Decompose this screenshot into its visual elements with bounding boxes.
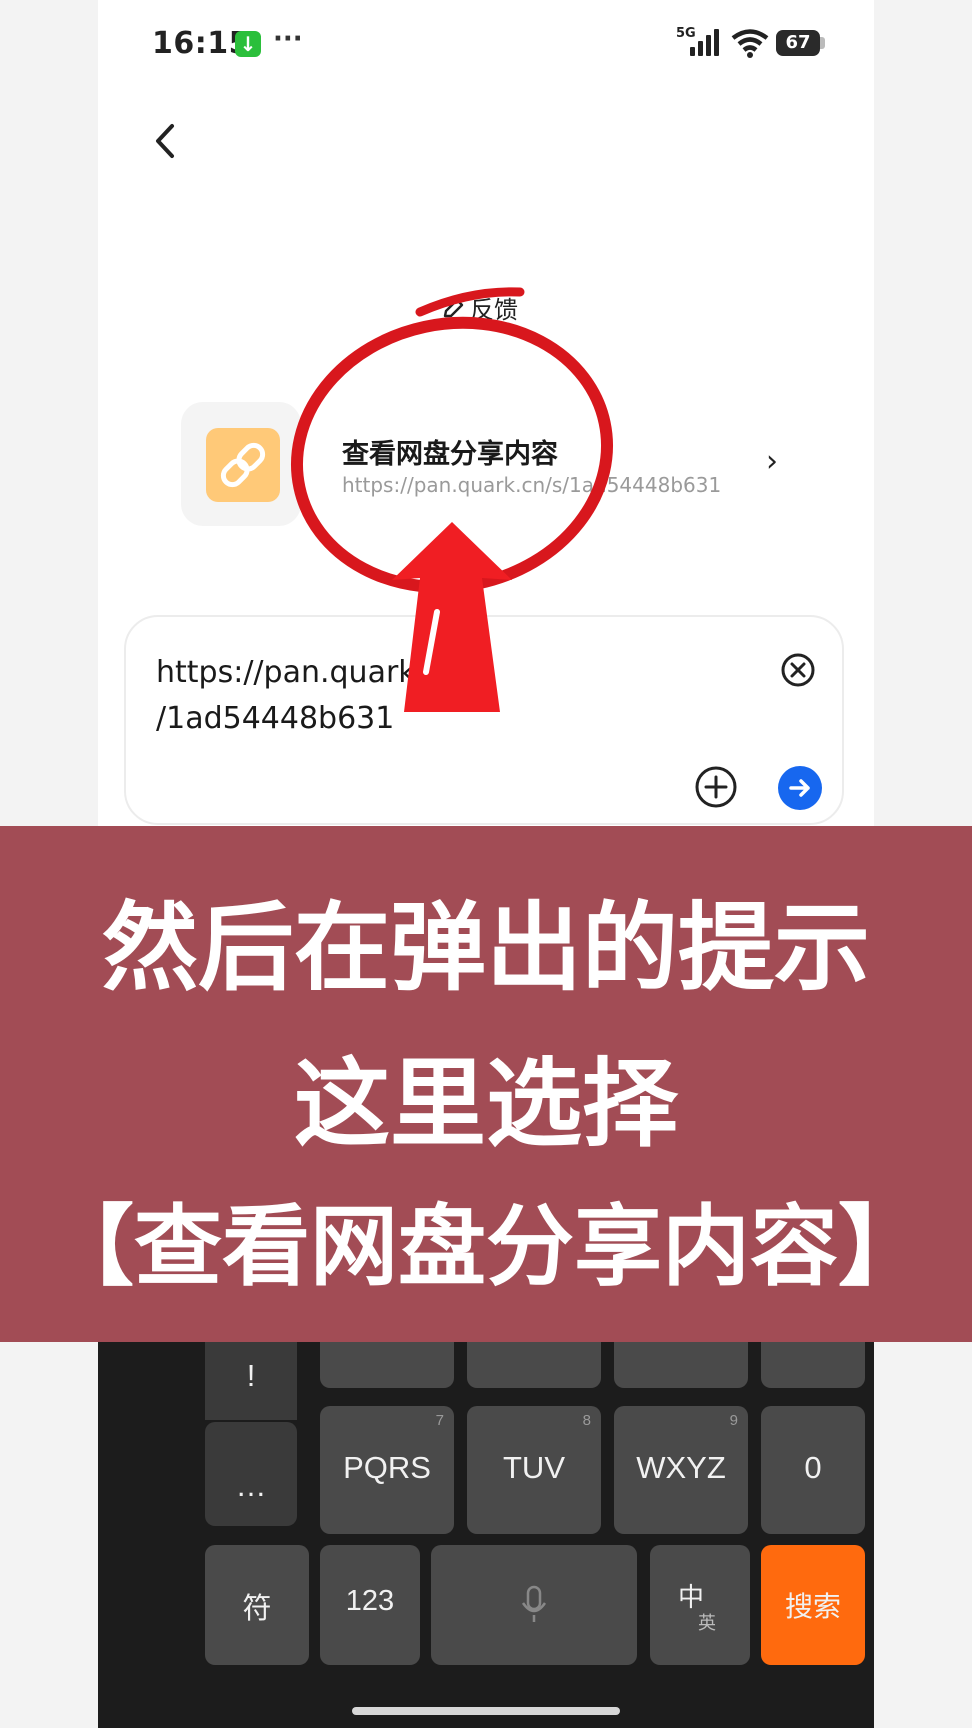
key-exclamation[interactable]: !	[205, 1330, 297, 1420]
suggestion-url[interactable]: https://pan.quark.cn/s/1ad54448b631	[342, 473, 721, 497]
key-ellipsis[interactable]: …	[205, 1422, 297, 1526]
key-space[interactable]	[431, 1545, 637, 1665]
wifi-icon	[731, 29, 769, 58]
download-notification-icon: ↓	[235, 31, 261, 57]
microphone-icon	[521, 1585, 547, 1622]
key-language-switch[interactable]: 中 英	[650, 1545, 750, 1665]
home-indicator[interactable]	[352, 1707, 620, 1715]
input-line-1: https://pan.quark.cn/s	[156, 655, 487, 690]
keyboard: ! … 7 PQRS 8 TUV 9 WXYZ 0 符 123 中 英 搜索	[98, 1330, 874, 1728]
caption-line-1: 然后在弹出的提示	[102, 892, 870, 1004]
key-zero[interactable]: 0	[761, 1406, 865, 1534]
caption-banner: 然后在弹出的提示 这里选择 【查看网盘分享内容】	[0, 826, 972, 1342]
clear-icon[interactable]	[780, 652, 816, 688]
battery-icon: 67	[776, 30, 820, 56]
input-line-2: /1ad54448b631	[156, 701, 395, 736]
feedback-button[interactable]: 反馈	[440, 290, 518, 325]
back-arrow-icon[interactable]	[146, 118, 186, 164]
key-wxyz[interactable]: 9 WXYZ	[614, 1406, 748, 1534]
link-icon	[206, 428, 280, 502]
suggestion-title[interactable]: 查看网盘分享内容	[342, 432, 558, 471]
signal-icon	[690, 28, 722, 56]
add-icon[interactable]	[694, 765, 738, 809]
key-123[interactable]: 123	[320, 1545, 420, 1665]
send-button[interactable]	[778, 766, 822, 810]
arrow-right-icon	[789, 779, 810, 797]
input-text[interactable]: https://pan.quark.cn/s /1ad54448b631	[156, 650, 656, 742]
key-symbols[interactable]: 符	[205, 1545, 309, 1665]
feedback-label: 反馈	[470, 296, 518, 324]
more-notifications-icon: ···	[273, 24, 303, 54]
caption-line-3: 【查看网盘分享内容】	[45, 1195, 926, 1298]
key-tuv[interactable]: 8 TUV	[467, 1406, 601, 1534]
chevron-right-icon[interactable]: ›	[766, 444, 778, 479]
caption-line-2: 这里选择	[294, 1048, 678, 1160]
search-key[interactable]: 搜索	[761, 1545, 865, 1665]
edit-pencil-icon	[443, 298, 464, 322]
battery-cap	[820, 37, 825, 49]
status-bar: 16:15 ↓ ··· 5G 67	[98, 0, 874, 90]
key-pqrs[interactable]: 7 PQRS	[320, 1406, 454, 1534]
